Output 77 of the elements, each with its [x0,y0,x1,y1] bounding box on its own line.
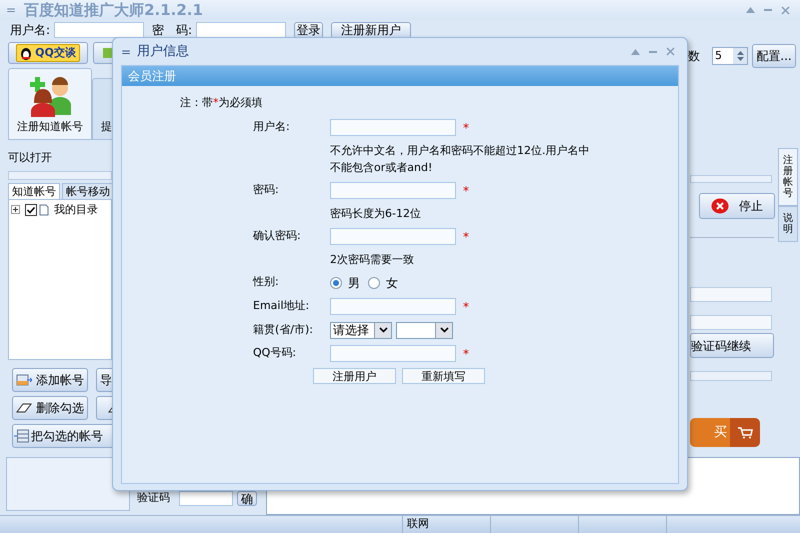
minimize-icon[interactable] [649,50,657,52]
menu-glyph[interactable]: = [121,42,132,60]
field-label: 性别: [253,274,280,290]
field-hint: 不允许中文名，用户名和密码不能超过12位.用户名中不能包含or或者and! [330,142,590,176]
username-label: 用户名: [10,22,50,39]
field-label: 密码: [253,182,280,198]
login-button[interactable]: 登录 [294,22,324,38]
required-mark: * [463,228,469,246]
username-field[interactable] [54,22,144,38]
tree-checkbox[interactable] [25,204,37,216]
confirm-button[interactable]: 确 [237,491,257,506]
count-label: 数 [688,48,700,65]
window-title: 百度知道推广大师2.1.2.1 [24,0,203,21]
captcha-field[interactable] [179,491,233,506]
input-field[interactable] [330,182,456,199]
captcha-label: 验证码 [137,490,171,506]
form-button[interactable]: 注册用户 [313,368,396,384]
section-header: 会员注册 [122,66,678,86]
field-label: QQ号码: [253,345,298,362]
cart-icon [737,426,753,438]
chevron-down-icon [440,327,448,333]
account-tab[interactable]: 知道帐号 [8,182,60,198]
side-tab[interactable]: 注册帐号 [778,148,798,206]
password-field[interactable] [196,22,286,38]
input-field[interactable] [330,298,456,315]
down-arrow-icon[interactable] [736,57,744,61]
field-label: 确认密码: [253,228,302,244]
close-icon[interactable] [781,6,790,14]
status-text: 联网 [407,516,429,532]
input-field[interactable] [690,315,772,330]
account-tab[interactable]: 帐号移动 [62,182,114,198]
collapse-icon[interactable] [746,7,755,13]
up-arrow-icon[interactable] [736,51,744,55]
gender-radio[interactable]: 女 [368,274,398,292]
feature-tab[interactable]: 注册知道帐号 [8,68,92,140]
gender-radio[interactable]: 男 [330,274,360,292]
dropdown[interactable] [396,322,453,338]
password-label: 密 码: [152,22,192,39]
penguin-icon [20,46,32,60]
close-circle-icon [711,198,729,214]
count-spinner[interactable]: 5 [712,47,748,65]
stop-button[interactable]: 停止 [699,193,775,219]
field-label: 籍贯(省/市): [253,322,314,338]
side-tab[interactable]: 说明 [778,206,798,242]
field-label: 用户名: [253,119,291,136]
config-button[interactable]: 配置... [752,44,796,68]
required-mark: * [463,120,469,136]
tool-icon [102,47,114,59]
eraser-icon [16,402,32,414]
expander-icon[interactable] [11,205,20,214]
status-text: 可以打开 [8,150,53,166]
required-mark: * [463,346,469,362]
form-button[interactable]: 重新填写 [402,368,485,384]
tree-item[interactable]: 我的目录 [11,202,111,218]
input-field[interactable] [690,287,772,302]
required-mark: * [463,298,469,316]
field-hint: 2次密码需要一致 [330,252,415,268]
continue-button[interactable]: 验证码继续 [690,333,774,358]
field-hint: 密码长度为6-12位 [330,206,422,222]
document-icon [39,204,49,216]
input-field[interactable] [330,228,456,245]
input-field[interactable] [330,119,456,136]
chevron-down-icon [378,327,388,333]
close-icon[interactable] [666,47,675,56]
field-label: Email地址: [253,298,310,314]
account-action-button[interactable]: 删除勾选 [12,396,88,420]
required-mark: * [463,182,469,200]
input-field[interactable] [330,345,456,362]
register-button[interactable]: 注册新用户 [331,22,412,38]
add-account-icon [16,372,32,386]
dropdown[interactable]: 请选择 [330,322,392,338]
account-action-button[interactable]: 添加帐号 [12,368,88,392]
required-note: 注：带*为必须填 [180,95,264,111]
move-list-icon [14,428,29,442]
collapse-icon[interactable] [631,48,640,54]
qq-chat-button[interactable]: QQ交谈 [8,42,88,64]
dialog-title: 用户信息 [137,42,190,61]
